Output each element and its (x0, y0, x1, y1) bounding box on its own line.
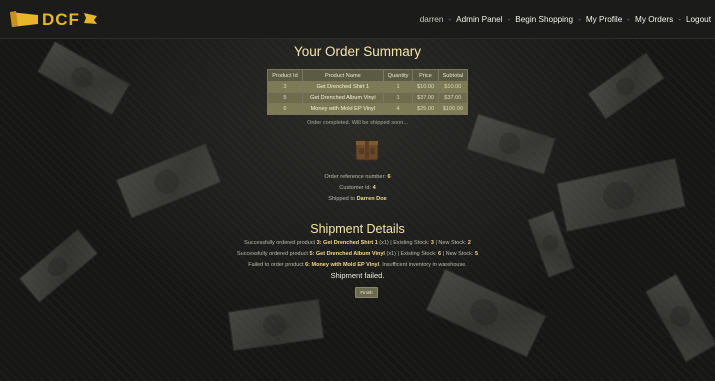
shipment-line-success: Successfully ordered product 5: Get Dren… (236, 251, 479, 257)
cell-subtotal: $10.00 (437, 81, 469, 93)
shipped-to: Shipped to Darren Doe (328, 196, 387, 202)
order-summary-table: Product Id Product Name Quantity Price S… (267, 69, 469, 115)
cell-quantity: 1 (382, 81, 414, 93)
nav-my-orders[interactable]: My Orders (635, 15, 673, 24)
shipment-line-failed: Failed to order product 6: Money with Mo… (248, 262, 467, 268)
col-product-id: Product Id (267, 69, 303, 82)
order-reference: Order reference number: 6 (324, 174, 391, 180)
shipment-status: Shipment failed. (330, 271, 385, 280)
cell-quantity: 1 (382, 92, 414, 104)
col-quantity: Quantity (382, 69, 414, 82)
dcf-logo[interactable]: DCF (8, 7, 100, 29)
cell-quantity: 4 (382, 103, 414, 115)
shipment-details-title: Shipment Details (310, 222, 405, 236)
logo-icon: DCF (10, 10, 97, 29)
cell-product-id: 6 (267, 103, 303, 115)
cell-product-name: Get Drenched Album Vinyl (301, 92, 384, 104)
table-row: 3 Get Drenched Shirt 1 1 $10.00 $10.00 (267, 81, 469, 93)
nav-admin-panel[interactable]: Admin Panel (456, 15, 502, 24)
order-summary-title: Your Order Summary (293, 44, 422, 59)
nav-begin-shopping[interactable]: Begin Shopping (515, 15, 573, 24)
nav-links: darren - Admin Panel - Begin Shopping - … (419, 14, 711, 24)
cell-subtotal: $100.00 (437, 103, 469, 115)
col-price: Price (412, 69, 439, 82)
navbar: DCF darren - Admin Panel - Begin Shoppin… (0, 0, 715, 39)
col-product-name: Product Name (301, 69, 384, 82)
table-row: 5 Get Drenched Album Vinyl 1 $37.00 $37.… (267, 92, 469, 104)
customer-id: Customer id: 4 (339, 185, 376, 191)
main-content: Your Order Summary Product Id Product Na… (0, 38, 715, 381)
order-completed-text: Order completed. Will be shipped soon... (306, 120, 409, 126)
finish-button[interactable]: Finish (355, 287, 378, 298)
nav-username: darren (419, 14, 444, 24)
table-row: 6 Money with Mold EP Vinyl 4 $25.00 $100… (267, 103, 469, 115)
cell-product-name: Money with Mold EP Vinyl (301, 103, 384, 115)
cell-price: $10.00 (412, 81, 439, 93)
shipping-box-icon (355, 138, 379, 162)
cell-price: $25.00 (412, 103, 439, 115)
cell-price: $37.00 (412, 92, 439, 104)
cell-subtotal: $37.00 (437, 92, 469, 104)
cell-product-id: 5 (267, 92, 303, 104)
shipment-line-success: Successfully ordered product 3: Get Dren… (244, 240, 471, 246)
svg-text:DCF: DCF (42, 10, 80, 29)
cell-product-name: Get Drenched Shirt 1 (301, 81, 384, 93)
col-subtotal: Subtotal (437, 69, 469, 82)
nav-logout[interactable]: Logout (686, 15, 711, 24)
cell-product-id: 3 (267, 81, 303, 93)
nav-my-profile[interactable]: My Profile (586, 15, 622, 24)
